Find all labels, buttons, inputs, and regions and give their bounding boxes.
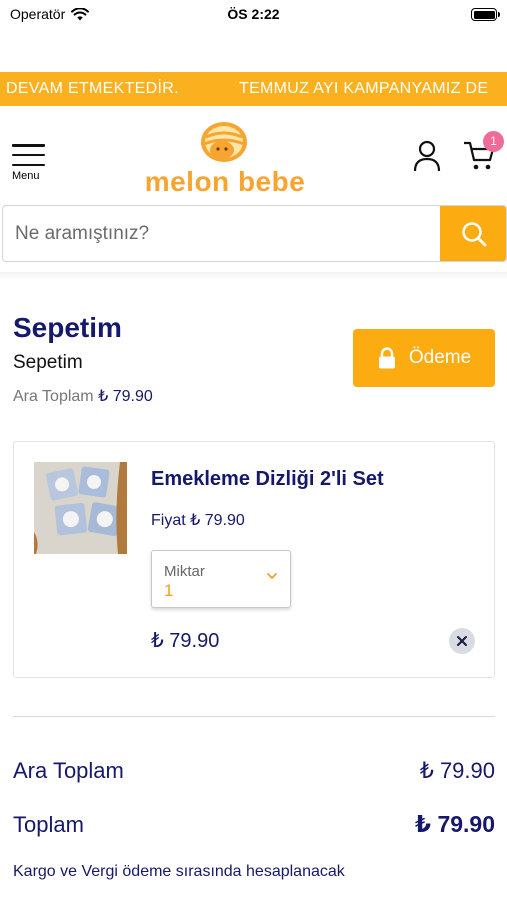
product-price: Fiyat ₺ 79.90: [151, 510, 245, 530]
announcement-bar: DEVAM ETMEKTEDİR. TEMMUZ AYI KAMPANYAMIZ…: [0, 72, 507, 106]
search-bar: [2, 205, 507, 262]
header: Menu melon bebe: [0, 106, 507, 204]
logo-text: melon bebe: [144, 166, 306, 197]
product-price-label: Fiyat: [151, 512, 186, 529]
announcement-text-right: TEMMUZ AYI KAMPANYAMIZ DE: [239, 80, 489, 97]
status-bar: Operatör ÖS 2:22: [0, 0, 507, 30]
logo[interactable]: melon bebe: [140, 120, 310, 200]
page-title: Sepetim: [13, 312, 122, 343]
chevron-down-icon: [267, 573, 277, 580]
search-icon: [462, 221, 487, 246]
product-price-value: ₺ 79.90: [190, 512, 245, 529]
cart-item: Emekleme Dizliği 2'li Set Fiyat ₺ 79.90 …: [13, 441, 495, 678]
hamburger-icon: [12, 144, 45, 166]
summary-total-value: ₺ 79.90: [415, 811, 495, 837]
quantity-select[interactable]: Miktar 1: [151, 550, 291, 608]
menu-button[interactable]: Menu: [12, 144, 48, 182]
announcement-text-left: DEVAM ETMEKTEDİR.: [6, 80, 179, 97]
summary-total-label: Toplam: [13, 812, 84, 837]
product-name[interactable]: Emekleme Dizliği 2'li Set: [151, 468, 384, 491]
page-subtitle: Sepetim: [13, 352, 83, 373]
product-photo-icon: [34, 462, 127, 554]
summary-subtotal-value: ₺ 79.90: [419, 758, 495, 783]
header-subtotal: Ara Toplam ₺ 79.90: [13, 386, 153, 406]
close-icon: [457, 636, 467, 646]
menu-label: Menu: [12, 170, 40, 182]
checkout-label: Ödeme: [408, 347, 472, 368]
product-image[interactable]: [34, 462, 127, 554]
header-subtotal-value: ₺ 79.90: [98, 388, 153, 405]
shipping-tax-note: Kargo ve Vergi ödeme sırasında hesaplana…: [13, 863, 345, 880]
summary-subtotal-label: Ara Toplam: [13, 758, 124, 783]
melon-logo-icon: [201, 122, 247, 162]
search-input[interactable]: [3, 206, 440, 261]
lock-icon: [378, 347, 395, 369]
checkout-button[interactable]: Ödeme: [353, 329, 495, 387]
battery-icon: [471, 8, 500, 21]
header-divider: [0, 272, 507, 280]
quantity-value: 1: [164, 581, 174, 600]
search-button[interactable]: [440, 206, 506, 261]
summary-divider: [13, 716, 495, 717]
header-subtotal-label: Ara Toplam: [13, 388, 94, 405]
remove-item-button[interactable]: [449, 628, 475, 654]
line-total: ₺ 79.90: [151, 630, 220, 652]
quantity-label: Miktar: [164, 563, 205, 580]
cart-count-badge: 1: [483, 131, 504, 152]
user-icon[interactable]: [412, 140, 442, 172]
status-time: ÖS 2:22: [227, 6, 280, 22]
